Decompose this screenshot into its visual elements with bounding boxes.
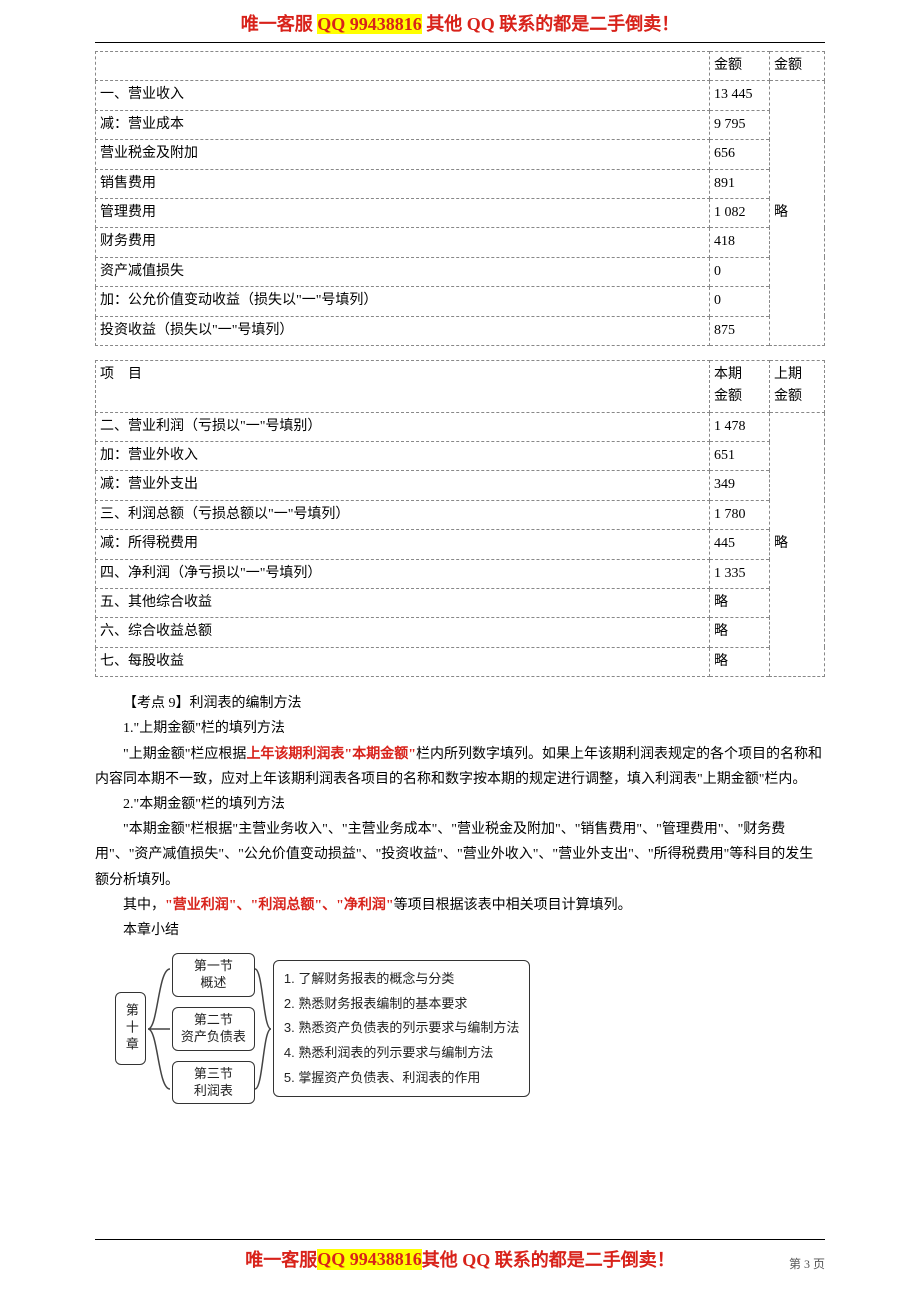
cell-amt: 445 xyxy=(710,530,770,559)
cell-label: 加：公允价值变动收益（损失以"一"号填列） xyxy=(96,287,710,316)
cell-label: 减：营业外支出 xyxy=(96,471,710,500)
cell-amt: 0 xyxy=(710,287,770,316)
cell-amt: 略 xyxy=(710,618,770,647)
cell-amt: 1 780 xyxy=(710,500,770,529)
footer-banner: 唯一客服 QQ 99438816 其他 QQ 联系的都是二手倒卖！ 第 3 页 xyxy=(95,1239,825,1282)
cell-amt: 略 xyxy=(710,647,770,676)
header-col-2: 本期金额 xyxy=(710,360,770,412)
table-row: 四、净利润（净亏损以"一"号填列）1 335 xyxy=(96,559,825,588)
cell-amt: 1 478 xyxy=(710,412,770,441)
summary-diagram: 第十章 第一节概述 第二节资产负债表 第三节利润表 1. 了解财务报表的概念与分… xyxy=(115,953,825,1104)
cell-label: 财务费用 xyxy=(96,228,710,257)
para-sub1: 1."上期金额"栏的填列方法 xyxy=(95,716,825,741)
cell-label: 七、每股收益 xyxy=(96,647,710,676)
cell-label: 减：所得税费用 xyxy=(96,530,710,559)
cell-label: 五、其他综合收益 xyxy=(96,589,710,618)
banner-highlight: QQ 99438816 xyxy=(317,1249,422,1270)
table-row: 管理费用1 082 xyxy=(96,198,825,227)
header-blank xyxy=(96,52,710,81)
income-table-1: 金额 金额 一、营业收入 13 445 略 减：营业成本9 795 营业税金及附… xyxy=(95,51,825,346)
diagram-section-box: 第二节资产负债表 xyxy=(172,1007,255,1051)
cell-amt: 875 xyxy=(710,316,770,345)
para-sub2-body: "本期金额"栏根据"主营业务收入"、"主营业务成本"、"营业税金及附加"、"销售… xyxy=(95,817,825,893)
cell-amt: 1 082 xyxy=(710,198,770,227)
bracket-icon xyxy=(253,959,273,1099)
red-text-1: 上年该期利润表"本期金额" xyxy=(246,747,416,762)
cell-amt: 651 xyxy=(710,442,770,471)
para-kp9-title: 【考点 9】利润表的编制方法 xyxy=(95,691,825,716)
cell-label: 减：营业成本 xyxy=(96,110,710,139)
header-col-2: 金额 xyxy=(710,52,770,81)
para-sub2: 2."本期金额"栏的填列方法 xyxy=(95,792,825,817)
diagram-point: 5. 掌握资产负债表、利润表的作用 xyxy=(284,1066,519,1091)
diagram-point: 3. 熟悉资产负债表的列示要求与编制方法 xyxy=(284,1016,519,1041)
cell-merged-right: 略 xyxy=(770,412,825,677)
page-number: 第 3 页 xyxy=(789,1255,825,1272)
para-summary-title: 本章小结 xyxy=(95,918,825,943)
table-row: 七、每股收益略 xyxy=(96,647,825,676)
diagram-section-box: 第三节利润表 xyxy=(172,1061,255,1105)
banner-text-1: 唯一客服 xyxy=(245,1246,317,1272)
table-row: 营业税金及附加656 xyxy=(96,140,825,169)
cell-label: 二、营业利润（亏损以"一"号填别） xyxy=(96,412,710,441)
para-sub2-body2: 其中，"营业利润"、"利润总额"、"净利润"等项目根据该表中相关项目计算填列。 xyxy=(95,893,825,918)
banner-text-1: 唯一客服 xyxy=(241,14,318,34)
cell-amt: 349 xyxy=(710,471,770,500)
para-sub1-body: "上期金额"栏应根据上年该期利润表"本期金额"栏内所列数字填列。如果上年该期利润… xyxy=(95,742,825,792)
diagram-points-box: 1. 了解财务报表的概念与分类 2. 熟悉财务报表编制的基本要求 3. 熟悉资产… xyxy=(273,960,530,1097)
table-row: 财务费用418 xyxy=(96,228,825,257)
table-row: 五、其他综合收益略 xyxy=(96,589,825,618)
cell-label: 投资收益（损失以"一"号填列） xyxy=(96,316,710,345)
diagram-chapter-box: 第十章 xyxy=(115,992,146,1065)
table-row: 减：所得税费用445 xyxy=(96,530,825,559)
cell-amt: 418 xyxy=(710,228,770,257)
header-col-1: 项 目 xyxy=(96,360,710,412)
cell-amt: 656 xyxy=(710,140,770,169)
cell-amt: 13 445 xyxy=(710,81,770,110)
cell-amt: 9 795 xyxy=(710,110,770,139)
cell-label: 销售费用 xyxy=(96,169,710,198)
diagram-point: 2. 熟悉财务报表编制的基本要求 xyxy=(284,992,519,1017)
table-header-row: 项 目 本期金额 上期金额 xyxy=(96,360,825,412)
banner-text-2: 其他 QQ 联系的都是二手倒卖！ xyxy=(422,14,680,34)
red-text-2: "营业利润"、"利润总额"、"净利润" xyxy=(165,898,394,913)
bracket-icon xyxy=(146,959,172,1099)
cell-amt: 891 xyxy=(710,169,770,198)
banner-highlight: QQ 99438816 xyxy=(317,14,422,34)
table-header-row: 金额 金额 xyxy=(96,52,825,81)
diagram-section-box: 第一节概述 xyxy=(172,953,255,997)
income-table-2: 项 目 本期金额 上期金额 二、营业利润（亏损以"一"号填别） 1 478 略 … xyxy=(95,360,825,677)
cell-label: 加：营业外收入 xyxy=(96,442,710,471)
table-row: 加：营业外收入651 xyxy=(96,442,825,471)
diagram-sections-col: 第一节概述 第二节资产负债表 第三节利润表 xyxy=(172,953,255,1104)
cell-label: 资产减值损失 xyxy=(96,257,710,286)
table-row: 投资收益（损失以"一"号填列）875 xyxy=(96,316,825,345)
table-row: 六、综合收益总额略 xyxy=(96,618,825,647)
table-row: 减：营业成本9 795 xyxy=(96,110,825,139)
cell-amt: 0 xyxy=(710,257,770,286)
table-row: 减：营业外支出349 xyxy=(96,471,825,500)
cell-label: 营业税金及附加 xyxy=(96,140,710,169)
diagram-point: 1. 了解财务报表的概念与分类 xyxy=(284,967,519,992)
cell-label: 六、综合收益总额 xyxy=(96,618,710,647)
table-row: 三、利润总额（亏损总额以"一"号填列）1 780 xyxy=(96,500,825,529)
cell-merged-right: 略 xyxy=(770,81,825,346)
cell-label: 三、利润总额（亏损总额以"一"号填列） xyxy=(96,500,710,529)
diagram-point: 4. 熟悉利润表的列示要求与编制方法 xyxy=(284,1041,519,1066)
body-text: 【考点 9】利润表的编制方法 1."上期金额"栏的填列方法 "上期金额"栏应根据… xyxy=(95,691,825,943)
table-row: 销售费用891 xyxy=(96,169,825,198)
table-row: 资产减值损失0 xyxy=(96,257,825,286)
cell-label: 一、营业收入 xyxy=(96,81,710,110)
table-row: 二、营业利润（亏损以"一"号填别） 1 478 略 xyxy=(96,412,825,441)
cell-label: 管理费用 xyxy=(96,198,710,227)
header-col-3: 上期金额 xyxy=(770,360,825,412)
header-col-3: 金额 xyxy=(770,52,825,81)
cell-label: 四、净利润（净亏损以"一"号填列） xyxy=(96,559,710,588)
table-row: 一、营业收入 13 445 略 xyxy=(96,81,825,110)
cell-amt: 1 335 xyxy=(710,559,770,588)
table-row: 加：公允价值变动收益（损失以"一"号填列）0 xyxy=(96,287,825,316)
header-banner: 唯一客服 QQ 99438816 其他 QQ 联系的都是二手倒卖！ xyxy=(95,0,825,43)
cell-amt: 略 xyxy=(710,589,770,618)
banner-text-2: 其他 QQ 联系的都是二手倒卖！ xyxy=(422,1246,675,1272)
